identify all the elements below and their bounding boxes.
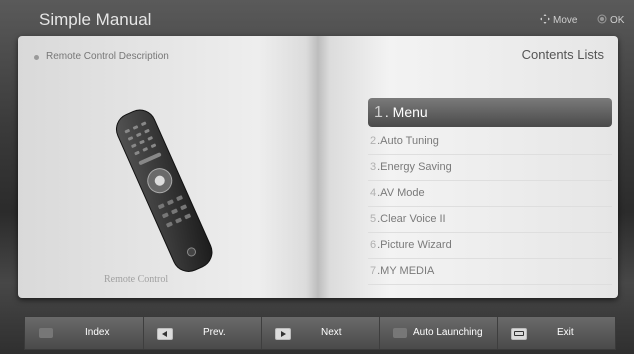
- exit-button[interactable]: Exit: [497, 317, 615, 349]
- next-label: Next: [321, 327, 342, 338]
- contents-item-my-media[interactable]: 7.MY MEDIA: [368, 259, 612, 285]
- contents-item-auto-tuning[interactable]: 2.Auto Tuning: [368, 129, 612, 155]
- item-label: .Auto Tuning: [377, 135, 439, 147]
- color-key-icon: [39, 328, 53, 338]
- item-number: 1: [374, 104, 383, 121]
- contents-item-menu[interactable]: 1. Menu: [368, 98, 612, 127]
- exit-label: Exit: [557, 327, 574, 338]
- prev-label: Prev.: [203, 327, 226, 338]
- contents-title: Contents Lists: [521, 47, 604, 62]
- index-button[interactable]: Index: [25, 317, 144, 349]
- move-hint-label: Move: [553, 15, 578, 26]
- contents-item-picture-wizard[interactable]: 6.Picture Wizard: [368, 233, 612, 259]
- left-page: Remote Control Description Remote Contro…: [18, 36, 300, 298]
- item-label: .Picture Wizard: [377, 239, 452, 251]
- item-label: .AV Mode: [377, 187, 425, 199]
- contents-item-av-mode[interactable]: 4.AV Mode: [368, 181, 612, 207]
- contents-item-energy-saving[interactable]: 3.Energy Saving: [368, 155, 612, 181]
- item-number: 7: [370, 265, 377, 277]
- ok-hint: OK: [597, 14, 624, 26]
- prev-arrow-icon: [157, 328, 173, 340]
- item-number: 3: [370, 161, 377, 173]
- section-title: Remote Control Description: [46, 51, 169, 62]
- prev-button[interactable]: Prev.: [143, 317, 262, 349]
- item-number: 5: [370, 213, 377, 225]
- remote-control-image: [116, 109, 213, 272]
- auto-launching-label: Auto Launching: [413, 327, 483, 338]
- title-bar: Simple Manual Move OK: [0, 0, 634, 34]
- auto-launching-button[interactable]: Auto Launching: [379, 317, 498, 349]
- ok-button-icon: [597, 14, 607, 24]
- section-bullet: [34, 55, 39, 60]
- next-arrow-icon: [275, 328, 291, 340]
- move-icon: [540, 14, 550, 24]
- manual-book: Remote Control Description Remote Contro…: [18, 36, 618, 298]
- next-button[interactable]: Next: [261, 317, 380, 349]
- color-key-icon: [393, 328, 407, 338]
- item-label: .Energy Saving: [377, 161, 452, 173]
- remote-caption: Remote Control: [104, 274, 169, 285]
- ok-hint-label: OK: [610, 15, 625, 26]
- app-title: Simple Manual: [39, 10, 152, 29]
- exit-icon: [511, 328, 527, 340]
- bottom-button-bar: Index Prev. Next Auto Launching Exit: [24, 316, 616, 350]
- move-hint: Move: [540, 14, 577, 26]
- contents-list: 1. Menu 2.Auto Tuning 3.Energy Saving 4.…: [368, 98, 612, 285]
- right-page: Contents Lists 1. Menu 2.Auto Tuning 3.E…: [300, 36, 618, 298]
- item-number: 2: [370, 135, 377, 147]
- index-label: Index: [85, 327, 110, 338]
- item-label: . Menu: [384, 104, 428, 120]
- item-label: .MY MEDIA: [377, 265, 435, 277]
- item-number: 6: [370, 239, 377, 251]
- contents-item-clear-voice[interactable]: 5.Clear Voice II: [368, 207, 612, 233]
- item-number: 4: [370, 187, 377, 199]
- item-label: .Clear Voice II: [377, 213, 446, 225]
